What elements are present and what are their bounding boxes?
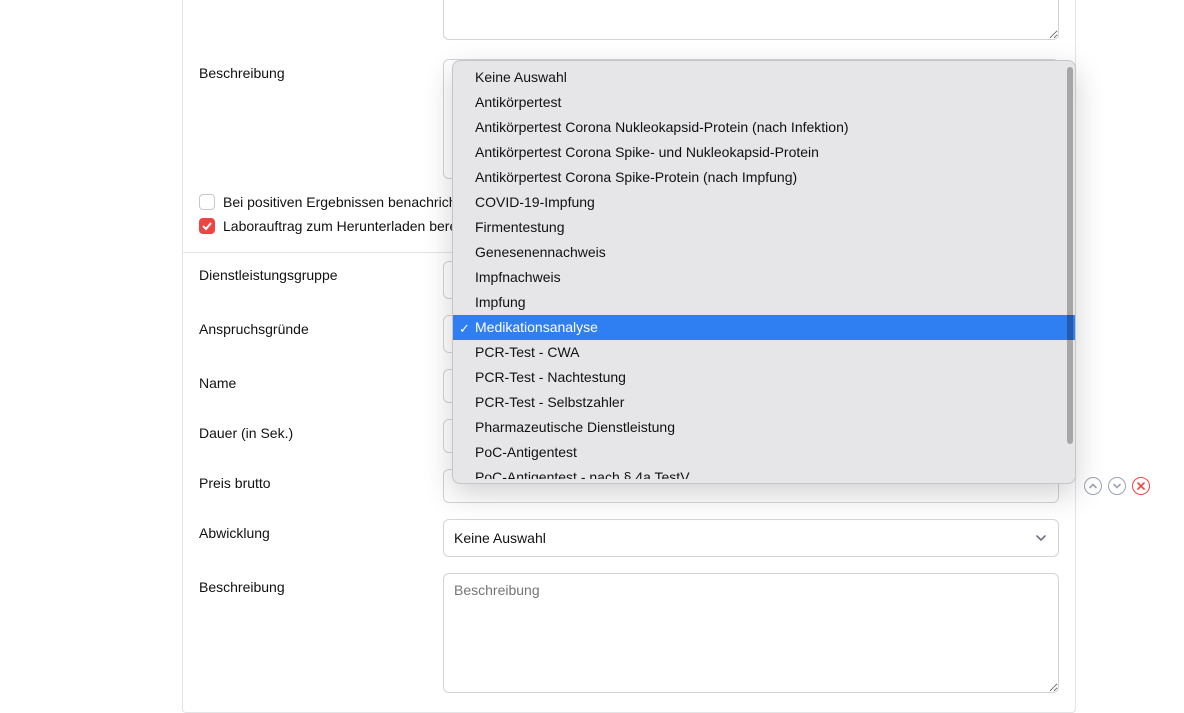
dropdown-option-label: Firmentestung (475, 219, 564, 235)
dropdown-option-label: PCR-Test - Nachtestung (475, 369, 626, 385)
dropdown-option[interactable]: Keine Auswahl (453, 65, 1075, 90)
dropdown-option-label: Antikörpertest (475, 94, 561, 110)
dropdown-dienstleistungsgruppe[interactable]: Keine Auswahl Antikörpertest Antikörpertes… (452, 60, 1076, 484)
upper-textarea-row (183, 0, 1075, 51)
delete-button[interactable] (1132, 477, 1150, 495)
checkbox-notify[interactable] (199, 194, 215, 210)
chevron-down-icon (1034, 531, 1048, 545)
dropdown-option[interactable]: Antikörpertest Corona Nukleokapsid-Prote… (453, 115, 1075, 140)
dropdown-option[interactable]: Impfung (453, 290, 1075, 315)
dropdown-scrollbar-thumb[interactable] (1067, 67, 1073, 444)
move-up-button[interactable] (1084, 477, 1102, 495)
dropdown-option[interactable]: PoC-Antigentest - nach § 4a TestV (453, 465, 1075, 479)
dropdown-option[interactable]: ✓ Medikationsanalyse (453, 315, 1075, 340)
label-dienstleistungsgruppe: Dienstleistungsgruppe (199, 261, 443, 283)
dropdown-option-label: Impfung (475, 294, 526, 310)
row-abwicklung: Abwicklung Keine Auswahl (183, 511, 1075, 565)
dropdown-option[interactable]: Impfnachweis (453, 265, 1075, 290)
row-beschreibung-2: Beschreibung (183, 565, 1075, 712)
dropdown-option[interactable]: Pharmazeutische Dienstleistung (453, 415, 1075, 440)
dropdown-option-label: Antikörpertest Corona Spike-Protein (nac… (475, 169, 797, 185)
dropdown-option[interactable]: Antikörpertest Corona Spike-Protein (nac… (453, 165, 1075, 190)
dropdown-option-label: Keine Auswahl (475, 69, 567, 85)
dropdown-option-label: Pharmazeutische Dienstleistung (475, 419, 675, 435)
dropdown-list: Keine Auswahl Antikörpertest Antikörpertes… (453, 65, 1075, 479)
dropdown-option[interactable]: Antikörpertest (453, 90, 1075, 115)
dropdown-option[interactable]: PCR-Test - Selbstzahler (453, 390, 1075, 415)
label-preis: Preis brutto (199, 469, 443, 491)
dropdown-option-label: Impfnachweis (475, 269, 561, 285)
dropdown-option-label: PCR-Test - Selbstzahler (475, 394, 624, 410)
dropdown-option[interactable]: PCR-Test - CWA (453, 340, 1075, 365)
dropdown-option-label: PoC-Antigentest - nach § 4a TestV (475, 469, 690, 479)
label-beschreibung-1: Beschreibung (199, 59, 443, 81)
dropdown-scrollbar[interactable] (1065, 67, 1073, 477)
label-anspruchsgruende: Anspruchsgründe (199, 315, 443, 337)
dropdown-option-label: Antikörpertest Corona Spike- und Nukleok… (475, 144, 819, 160)
check-icon: ✓ (459, 318, 470, 339)
dropdown-option-label: Medikationsanalyse (475, 319, 598, 335)
upper-textarea[interactable] (443, 0, 1059, 40)
dropdown-option-label: PoC-Antigentest (475, 444, 577, 460)
move-down-button[interactable] (1108, 477, 1126, 495)
dropdown-option[interactable]: PoC-Antigentest (453, 440, 1075, 465)
dropdown-option-label: Antikörpertest Corona Nukleokapsid-Prote… (475, 119, 849, 135)
dropdown-option[interactable]: Genesenennachweis (453, 240, 1075, 265)
label-name: Name (199, 369, 443, 391)
label-beschreibung-2: Beschreibung (199, 573, 443, 595)
dropdown-option[interactable]: Firmentestung (453, 215, 1075, 240)
dropdown-option[interactable]: Antikörpertest Corona Spike- und Nukleok… (453, 140, 1075, 165)
checkbox-labor[interactable] (199, 218, 215, 234)
dropdown-option[interactable]: PCR-Test - Nachtestung (453, 365, 1075, 390)
label-notify: Bei positiven Ergebnissen benachrichtige… (223, 194, 487, 210)
dropdown-option[interactable]: COVID-19-Impfung (453, 190, 1075, 215)
dropdown-option-label: Genesenennachweis (475, 244, 606, 260)
select-abwicklung-value: Keine Auswahl (454, 530, 546, 546)
dropdown-option-label: PCR-Test - CWA (475, 344, 579, 360)
textarea-beschreibung-2[interactable] (443, 573, 1059, 693)
label-abwicklung: Abwicklung (199, 519, 443, 541)
dropdown-option-label: COVID-19-Impfung (475, 194, 595, 210)
label-dauer: Dauer (in Sek.) (199, 419, 443, 441)
row-actions (1084, 477, 1150, 495)
select-abwicklung[interactable]: Keine Auswahl (443, 519, 1059, 557)
